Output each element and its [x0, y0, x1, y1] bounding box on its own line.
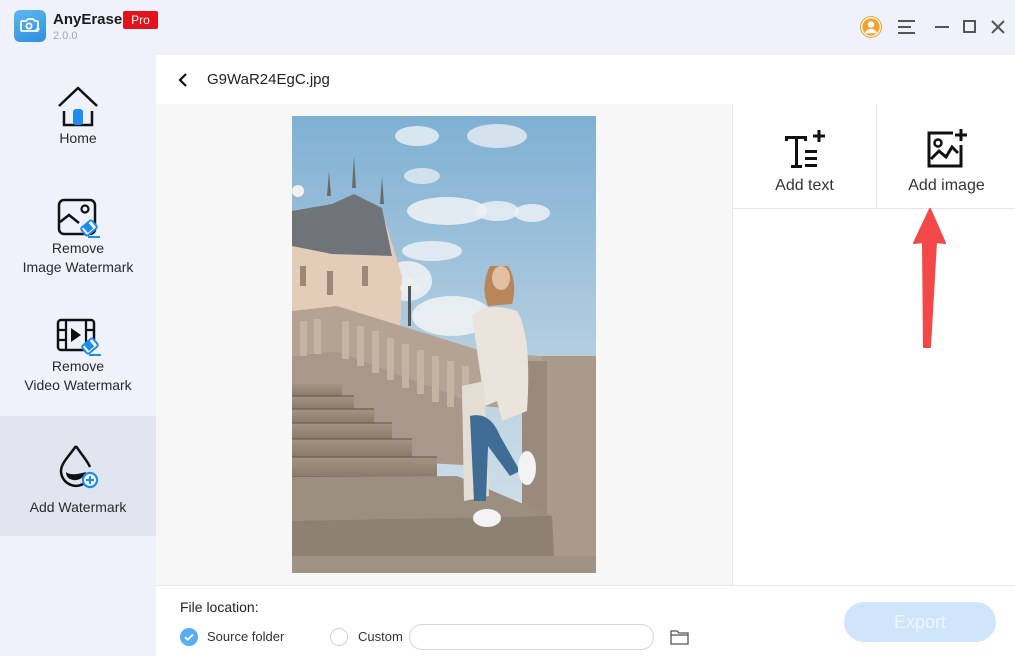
page-header: G9WaR24EgC.jpg — [156, 55, 1015, 104]
add-text-icon — [784, 130, 825, 168]
pro-badge: Pro — [123, 11, 158, 29]
add-text-button[interactable]: Add text — [733, 104, 877, 209]
close-button[interactable] — [985, 14, 1011, 40]
account-icon — [860, 16, 882, 38]
file-location-label: File location: — [180, 599, 259, 615]
source-folder-label[interactable]: Source folder — [207, 629, 284, 644]
app-version: 2.0.0 — [53, 30, 78, 42]
back-button[interactable] — [174, 70, 194, 90]
add-image-icon — [927, 129, 967, 168]
preview-image — [292, 116, 596, 573]
minimize-icon — [935, 26, 949, 28]
sidebar: Home Remove Image Watermark Remove Video… — [0, 55, 156, 656]
sidebar-item-label: Remove — [51, 240, 105, 256]
source-folder-radio[interactable] — [180, 628, 198, 646]
custom-radio[interactable] — [330, 628, 348, 646]
file-name: G9WaR24EgC.jpg — [207, 71, 330, 88]
custom-path-input[interactable] — [409, 624, 654, 650]
maximize-button[interactable] — [957, 14, 983, 40]
sidebar-item-label: Image Watermark — [22, 259, 134, 275]
browse-folder-button[interactable] — [670, 628, 690, 646]
drop-plus-icon — [59, 445, 99, 489]
sidebar-item-remove-video-watermark[interactable]: Remove Video Watermark — [0, 317, 156, 397]
add-image-label: Add image — [908, 177, 985, 194]
chevron-left-icon — [178, 73, 187, 87]
sidebar-item-label: Add Watermark — [29, 499, 127, 515]
app-name: AnyErase — [53, 11, 123, 28]
main-content: G9WaR24EgC.jpg Add text Add image File l… — [156, 55, 1015, 656]
account-button[interactable] — [858, 14, 884, 40]
watermark-tools-panel: Add text Add image — [732, 104, 1015, 585]
add-image-button[interactable]: Add image — [877, 104, 1015, 209]
camera-eraser-icon — [20, 18, 40, 32]
maximize-icon — [963, 20, 976, 33]
sidebar-item-label: Home — [59, 130, 97, 146]
app-logo — [14, 10, 46, 42]
video-eraser-icon — [56, 318, 101, 356]
add-text-label: Add text — [775, 177, 834, 194]
sidebar-item-remove-image-watermark[interactable]: Remove Image Watermark — [0, 197, 156, 277]
export-footer: File location: Source folder Custom Expo… — [156, 585, 1015, 656]
minimize-button[interactable] — [929, 14, 955, 40]
title-bar: AnyErase Pro 2.0.0 — [0, 0, 1015, 55]
custom-label[interactable]: Custom — [358, 629, 403, 644]
sidebar-item-add-watermark[interactable]: Add Watermark — [0, 416, 156, 536]
sidebar-item-label: Video Watermark — [24, 377, 132, 393]
sidebar-item-label: Remove — [51, 358, 105, 374]
menu-button[interactable] — [894, 14, 920, 40]
close-icon — [991, 20, 1005, 34]
folder-icon — [670, 630, 689, 645]
checkmark-icon — [184, 633, 194, 642]
menu-icon — [898, 20, 915, 34]
export-button[interactable]: Export — [844, 602, 996, 642]
annotation-arrow-icon — [913, 208, 946, 348]
image-preview-area — [156, 104, 732, 585]
photo-woman-on-stairs — [292, 116, 596, 573]
sidebar-item-home[interactable]: Home — [0, 85, 156, 165]
image-eraser-icon — [57, 198, 100, 238]
home-icon — [58, 86, 98, 127]
